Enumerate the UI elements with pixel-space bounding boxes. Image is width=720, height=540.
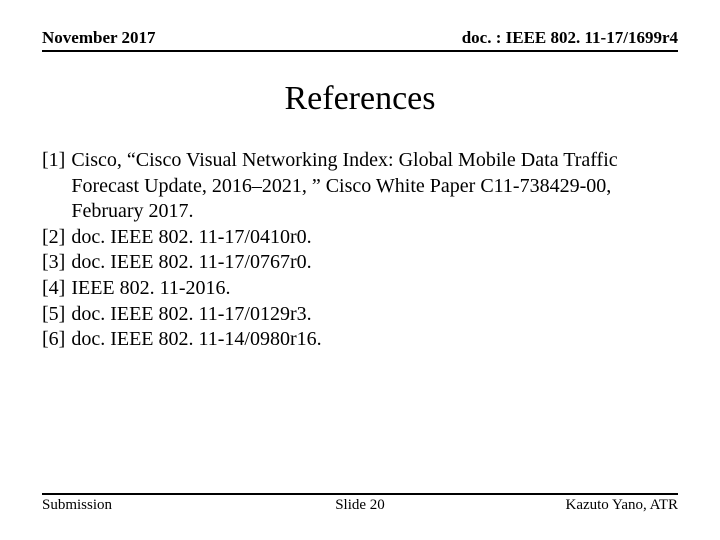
reference-number: [5]: [42, 302, 71, 328]
reference-text: doc. IEEE 802. 11-14/0980r16.: [71, 327, 678, 353]
reference-item: [2] doc. IEEE 802. 11-17/0410r0.: [42, 225, 678, 251]
slide-title: References: [42, 80, 678, 118]
header-date: November 2017: [42, 28, 155, 48]
footer-slide-number: Slide 20: [335, 497, 385, 514]
footer-left: Submission: [42, 497, 112, 514]
reference-number: [6]: [42, 327, 71, 353]
header-docnum: doc. : IEEE 802. 11-17/1699r4: [462, 28, 678, 48]
reference-list: [1] Cisco, “Cisco Visual Networking Inde…: [42, 148, 678, 353]
reference-item: [4] IEEE 802. 11-2016.: [42, 276, 678, 302]
reference-text: doc. IEEE 802. 11-17/0410r0.: [71, 225, 678, 251]
reference-number: [4]: [42, 276, 71, 302]
reference-text: doc. IEEE 802. 11-17/0767r0.: [71, 250, 678, 276]
reference-text: Cisco, “Cisco Visual Networking Index: G…: [71, 148, 678, 225]
reference-text: doc. IEEE 802. 11-17/0129r3.: [71, 302, 678, 328]
reference-item: [5] doc. IEEE 802. 11-17/0129r3.: [42, 302, 678, 328]
reference-text: IEEE 802. 11-2016.: [71, 276, 678, 302]
reference-item: [1] Cisco, “Cisco Visual Networking Inde…: [42, 148, 678, 225]
reference-number: [1]: [42, 148, 71, 225]
slide-header: November 2017 doc. : IEEE 802. 11-17/169…: [42, 28, 678, 52]
reference-item: [3] doc. IEEE 802. 11-17/0767r0.: [42, 250, 678, 276]
slide-footer: Submission Slide 20 Kazuto Yano, ATR: [42, 493, 678, 514]
reference-number: [2]: [42, 225, 71, 251]
footer-author: Kazuto Yano, ATR: [565, 497, 678, 514]
reference-item: [6] doc. IEEE 802. 11-14/0980r16.: [42, 327, 678, 353]
reference-number: [3]: [42, 250, 71, 276]
